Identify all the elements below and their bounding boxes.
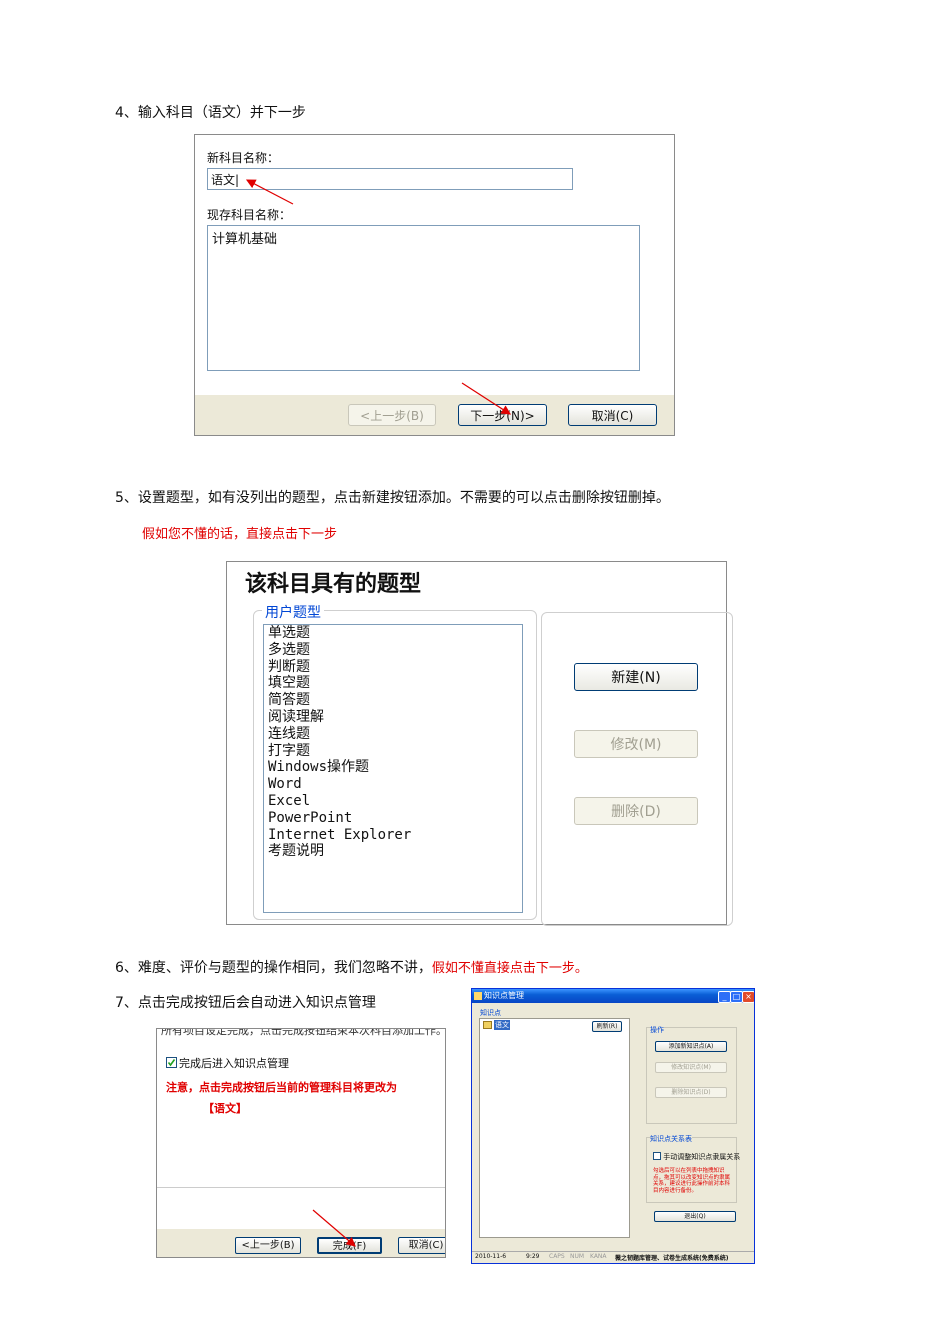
list-item[interactable]: 填空题	[268, 675, 518, 692]
status-num: NUM	[570, 1253, 585, 1260]
finish-button[interactable]: 完成(F)	[317, 1237, 382, 1254]
finish-info-text: 所有项目设定完成，点击完成按钮结束本次科目添加工作。	[161, 1028, 446, 1037]
question-type-list[interactable]: 单选题 多选题 判断题 填空题 简答题 阅读理解 连线题 打字题 Windows…	[263, 624, 523, 913]
step-4-heading: 4、输入科目（语文）并下一步	[115, 105, 306, 121]
finish-dialog: 所有项目设定完成，点击完成按钮结束本次科目添加工作。 完成后进入知识点管理 注意…	[156, 1028, 446, 1258]
actions-group	[541, 612, 733, 926]
exit-button[interactable]: 退出(Q)	[654, 1211, 736, 1222]
refresh-button[interactable]: 刷新(R)	[592, 1021, 622, 1032]
step-6-note: 假如不懂直接点击下一步。	[431, 961, 588, 976]
app-icon	[474, 992, 482, 1000]
step-6-heading: 6、难度、评价与题型的操作相同，我们忽略不讲，假如不懂直接点击下一步。	[115, 957, 588, 977]
checkbox-label: 完成后进入知识点管理	[179, 1057, 289, 1070]
divider	[157, 1187, 445, 1188]
warning-text: 注意，点击完成按钮后当前的管理科目将更改为	[166, 1081, 397, 1094]
prev-button[interactable]: <上一步(B)	[235, 1237, 301, 1254]
add-knowledge-button[interactable]: 添加新知识点(A)	[655, 1041, 727, 1052]
list-item[interactable]: 连线题	[268, 726, 518, 743]
subject-text: 【语文】	[203, 1102, 247, 1115]
new-subject-label: 新科目名称：	[207, 151, 280, 165]
delete-type-button[interactable]: 删除(D)	[574, 797, 698, 825]
list-item[interactable]: 计算机基础	[212, 228, 635, 247]
list-item[interactable]: 打字题	[268, 743, 518, 760]
enter-knowledge-checkbox[interactable]: 完成后进入知识点管理	[166, 1055, 289, 1071]
question-types-dialog: 该科目具有的题型 用户题型 单选题 多选题 判断题 填空题 简答题 阅读理解 连…	[226, 561, 733, 926]
dialog-title: 该科目具有的题型	[245, 572, 422, 597]
step-7-heading: 7、点击完成按钮后会自动进入知识点管理	[115, 995, 376, 1011]
prev-button[interactable]: <上一步(B)	[348, 404, 436, 426]
status-kana: KANA	[590, 1253, 607, 1260]
modify-knowledge-button[interactable]: 修改知识点(M)	[655, 1062, 727, 1073]
new-subject-dialog: 新科目名称： 语文| 现存科目名称： 计算机基础 <上一步(B) 下一步(N)>…	[194, 134, 675, 436]
status-time: 9:29	[526, 1253, 540, 1260]
list-item[interactable]: Internet Explorer	[268, 827, 518, 844]
existing-subject-label: 现存科目名称：	[207, 208, 292, 222]
next-button[interactable]: 下一步(N)>	[458, 404, 547, 426]
new-type-button[interactable]: 新建(N)	[574, 663, 698, 691]
list-item[interactable]: Word	[268, 776, 518, 793]
window-title: 知识点管理	[484, 991, 524, 1000]
list-item[interactable]: 阅读理解	[268, 709, 518, 726]
knowledge-manager-window: 知识点管理 _ □ × 知识点 语文 刷新(R) 操作 添加新知识点(A) 修改…	[471, 988, 755, 1264]
list-item[interactable]: Excel	[268, 793, 518, 810]
status-app-name: 薇之韧题库管理、试卷生成系统(免费系统)	[615, 1255, 729, 1262]
list-item[interactable]: Windows操作题	[268, 759, 518, 776]
list-label: 知识点	[480, 1009, 501, 1017]
title-bar: 知识点管理 _ □ ×	[472, 989, 754, 1003]
new-subject-input[interactable]: 语文|	[207, 168, 573, 190]
status-caps: CAPS	[549, 1253, 565, 1260]
manual-adjust-checkbox[interactable]: 手动调整知识点隶属关系	[653, 1152, 740, 1162]
step-6-text: 6、难度、评价与题型的操作相同，我们忽略不讲，	[115, 960, 432, 976]
modify-type-button[interactable]: 修改(M)	[574, 730, 698, 758]
list-item[interactable]: 判断题	[268, 659, 518, 676]
step-5-note: 假如您不懂的话，直接点击下一步	[142, 527, 338, 542]
status-date: 2010-11-6	[475, 1253, 507, 1260]
list-item[interactable]: 多选题	[268, 642, 518, 659]
list-item[interactable]: 简答题	[268, 692, 518, 709]
ops-label: 操作	[650, 1025, 664, 1035]
knowledge-tree[interactable]: 语文 刷新(R)	[479, 1018, 630, 1238]
relation-hint: 勾选后可以在列表中拖拽知识点，拖其可以改变知识点的隶属关系，建议进行此操作前对本…	[653, 1168, 731, 1194]
delete-knowledge-button[interactable]: 删除知识点(D)	[655, 1087, 727, 1098]
tree-item[interactable]: 语文	[494, 1020, 510, 1030]
checkbox-icon[interactable]	[166, 1057, 177, 1068]
cancel-button[interactable]: 取消(C)	[568, 404, 657, 426]
checkbox-icon[interactable]	[653, 1152, 661, 1160]
close-icon[interactable]: ×	[742, 991, 754, 1003]
status-bar: 2010-11-6 9:29 CAPS NUM KANA 薇之韧题库管理、试卷生…	[472, 1251, 754, 1263]
group-label: 用户题型	[262, 602, 324, 622]
button-bar: <上一步(B) 完成(F) 取消(C)	[157, 1229, 445, 1257]
step-5-heading: 5、设置题型，如有没列出的题型，点击新建按钮添加。不需要的可以点击删除按钮删掉。	[115, 490, 670, 506]
relation-label: 知识点关系表	[650, 1134, 692, 1144]
checkbox-label: 手动调整知识点隶属关系	[663, 1153, 741, 1161]
cancel-button[interactable]: 取消(C)	[398, 1237, 445, 1254]
list-item[interactable]: 考题说明	[268, 843, 518, 860]
folder-icon	[483, 1021, 492, 1029]
list-item[interactable]: 单选题	[268, 625, 518, 642]
button-bar: <上一步(B) 下一步(N)> 取消(C)	[195, 395, 674, 435]
list-item[interactable]: PowerPoint	[268, 810, 518, 827]
existing-subject-list[interactable]: 计算机基础	[207, 225, 640, 371]
